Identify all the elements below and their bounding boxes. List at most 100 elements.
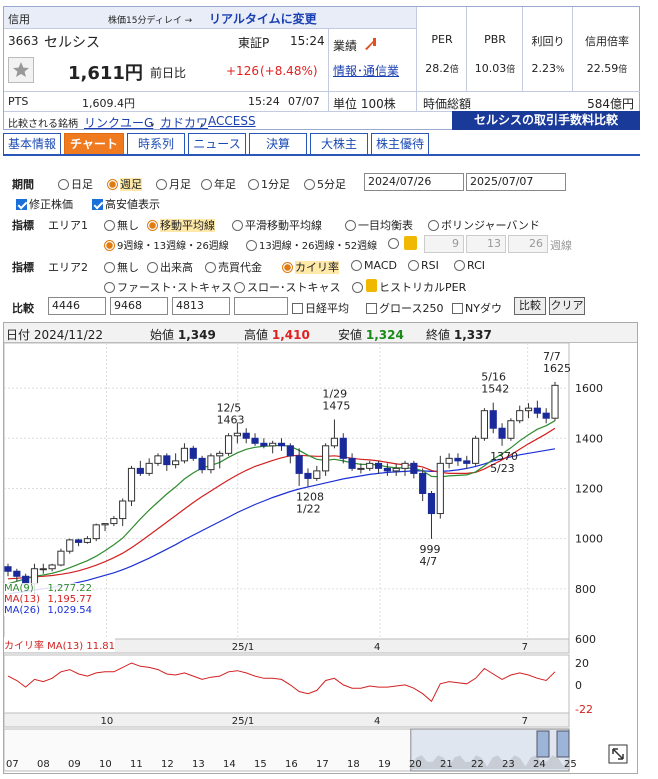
ma-custom-2[interactable]: 13 [466, 235, 506, 253]
period-monthly[interactable]: 月足 [156, 176, 191, 192]
radio-icon [388, 238, 399, 249]
candle [189, 447, 197, 459]
ind2-none[interactable]: 無し [104, 259, 139, 275]
nav-label: 10 [99, 759, 112, 770]
ind2-hist-per[interactable]: ヒストリカルPER [352, 279, 466, 295]
tab-chart[interactable]: チャート [64, 133, 124, 154]
candle [216, 452, 224, 457]
ma-set-1[interactable]: 9週線・13週線・26週線 [104, 237, 229, 252]
compare-code-1[interactable]: 4446 [48, 297, 106, 315]
ind2-volume[interactable]: 出来高 [147, 259, 193, 275]
radio-icon [232, 220, 243, 231]
candle [295, 455, 303, 474]
ind2-kairi[interactable]: カイリ率 [282, 259, 339, 275]
period-daily[interactable]: 日足 [58, 176, 93, 192]
radio-icon [304, 179, 315, 190]
candle [322, 445, 330, 472]
ind2-rsi[interactable]: RSI [408, 259, 439, 272]
ind1-smooth-ma[interactable]: 平滑移動平均線 [232, 217, 322, 233]
ind1-ichimoku[interactable]: 一目均衡表 [345, 217, 413, 233]
nav-label: 15 [254, 759, 267, 770]
tab-news[interactable]: ニュース [188, 133, 246, 154]
compare-code-4[interactable] [234, 297, 288, 315]
y-tick-label: 1400 [575, 432, 603, 445]
ind2-rci[interactable]: RCI [454, 259, 485, 272]
nydow-checkbox[interactable]: NYダウ [452, 300, 502, 316]
radio-icon [351, 260, 362, 271]
candle [392, 467, 400, 472]
ind1-bollinger[interactable]: ボリンジャーバンド [428, 217, 540, 233]
ma-set-2[interactable]: 13週線・26週線・52週線 [246, 237, 377, 252]
delay-note: 株価15分ディレイ → [108, 16, 193, 26]
radio-icon [352, 282, 363, 293]
ind2-fast-stoch[interactable]: ファースト･ストキャス [104, 279, 232, 295]
candle [436, 462, 444, 515]
compare-code-3[interactable]: 4813 [172, 297, 230, 315]
candle [277, 442, 286, 447]
tab-earnings[interactable]: 決算 [249, 133, 307, 154]
compare-stocks-label: 比較される銘柄 [8, 119, 78, 130]
realtime-link[interactable]: リアルタイムに変更 [209, 10, 317, 27]
annotation-value: 5/23 [490, 462, 515, 475]
ma-custom-radio[interactable] [388, 237, 401, 250]
tab-timeseries[interactable]: 時系列 [127, 133, 185, 154]
candle [119, 500, 127, 520]
adjusted-price-checkbox[interactable]: 修正株価 [16, 196, 73, 212]
fee-comparison-banner[interactable]: セルシスの取引手数料比較 [452, 111, 640, 130]
period-1min[interactable]: 1分足 [248, 176, 290, 192]
chart-panel: 日付 2024/11/22 始値 1,349 高値 1,410 安値 1,324… [3, 322, 638, 774]
date-to-input[interactable]: 2025/07/07 [466, 173, 566, 191]
kairi-legend: カイリ率 MA(13) 11.81 [4, 637, 116, 652]
compare-button[interactable]: 比較 [514, 297, 546, 315]
legend-ma9: MA(9) 1,277.22 [4, 583, 92, 594]
compare-link-1[interactable]: リンクユーG [84, 114, 153, 131]
growth-checkbox[interactable]: グロース250 [366, 300, 443, 316]
tab-bar: 基本情報 チャート 時系列 ニュース 決算 大株主 株主優待 [3, 133, 640, 156]
price-chart[interactable]: 16001400120010008006001025/14712/514631/… [4, 343, 637, 773]
period-5min[interactable]: 5分足 [304, 176, 346, 192]
gyoseki-cell: 業績 情報･通信業 [328, 29, 416, 91]
x-tick-label: 4 [374, 642, 380, 653]
tab-basic-info[interactable]: 基本情報 [3, 133, 61, 154]
radio-icon [156, 179, 167, 190]
candle [489, 410, 497, 429]
date-from-input[interactable]: 2024/07/26 [364, 173, 464, 191]
radio-selected-icon [107, 179, 118, 190]
favorite-button[interactable] [8, 57, 34, 83]
ind2-macd[interactable]: MACD [351, 259, 397, 272]
period-weekly[interactable]: 週足 [107, 176, 142, 192]
candle [74, 539, 83, 543]
clear-button[interactable]: クリア [549, 297, 585, 315]
x-tick-label: 10 [100, 716, 113, 727]
ma-custom-1[interactable]: 9 [424, 235, 464, 253]
compare-code-2[interactable]: 9468 [110, 297, 168, 315]
change-label: 前日比 [150, 66, 187, 80]
annotation-value: 1/22 [296, 502, 321, 515]
checkbox-icon [292, 303, 303, 314]
radio-icon [201, 179, 212, 190]
ind2-turnover[interactable]: 売買代金 [205, 259, 262, 275]
candle [57, 550, 65, 566]
compare-link-3[interactable]: ACCESS [208, 114, 256, 128]
candle [48, 564, 56, 570]
metric-pbr: PBR 10.03倍 [467, 7, 523, 91]
price-change-pct: (+8.48%) [260, 64, 318, 78]
kairi-tick-label: 0 [575, 679, 582, 692]
nikkei-checkbox[interactable]: 日経平均 [292, 300, 349, 316]
unit-label: 単位 100株 [333, 97, 396, 111]
highlow-checkbox[interactable]: 高安値表示 [92, 196, 160, 212]
radio-icon [104, 220, 115, 231]
tab-benefits[interactable]: 株主優待 [371, 133, 429, 154]
ind1-ma[interactable]: 移動平均線 [147, 217, 215, 233]
nav-label: 08 [37, 759, 50, 770]
radio-selected-icon [104, 240, 115, 251]
ind2-slow-stoch[interactable]: スロー･ストキャス [234, 279, 341, 295]
industry-link[interactable]: 情報･通信業 [333, 62, 399, 79]
nav-label: 21 [440, 759, 453, 770]
ma-custom-3[interactable]: 26 [508, 235, 548, 253]
period-yearly[interactable]: 年足 [201, 176, 236, 192]
ind1-none[interactable]: 無し [104, 217, 139, 233]
annotation-value: 1625 [543, 362, 571, 375]
nav-label: 07 [6, 759, 19, 770]
tab-shareholders[interactable]: 大株主 [310, 133, 368, 154]
